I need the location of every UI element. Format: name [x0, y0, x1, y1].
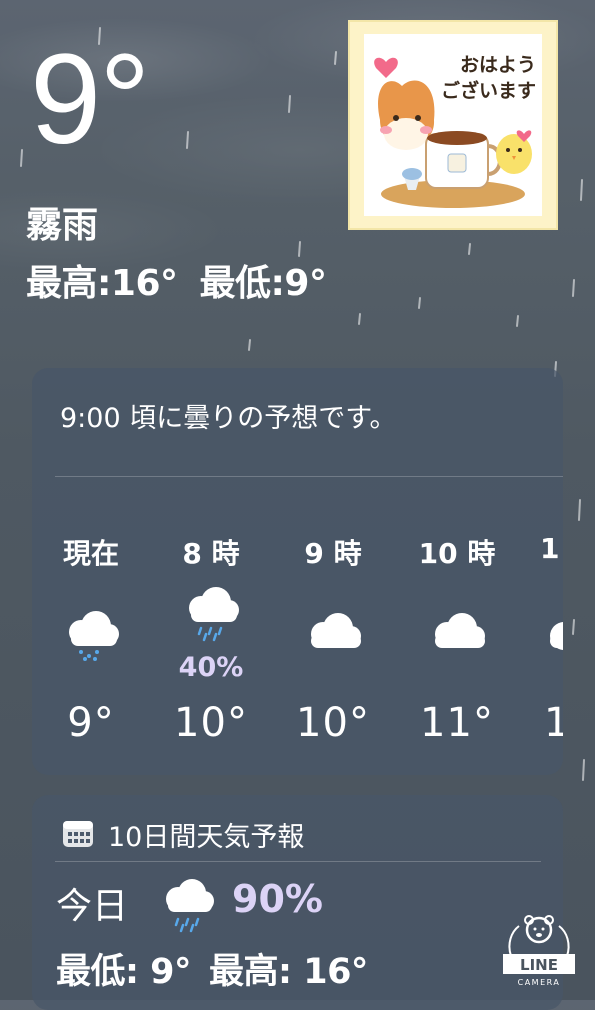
current-low: 最低:9° — [199, 263, 327, 304]
today-high: 最高: 16° — [209, 952, 368, 992]
current-condition: 霧雨 — [26, 205, 99, 246]
watermark-brand: LINE — [520, 956, 558, 974]
cloud-icon — [435, 613, 485, 648]
hour-label: 10 時 — [418, 537, 496, 570]
drizzle-cloud-icon — [69, 611, 119, 661]
hour-label: 1 — [540, 532, 560, 565]
cloud-icon — [311, 613, 361, 648]
sticker-line-2: ございます — [440, 80, 536, 102]
current-high: 最高:16° — [26, 263, 178, 304]
today-label: 今日 — [56, 886, 129, 927]
current-high-low: 最高:16° 最低:9° — [26, 254, 348, 306]
hour-precip: 40% — [178, 652, 244, 683]
hourly-summary: 9:00 頃に曇りの予想です。 — [60, 403, 397, 434]
rain-cloud-icon — [166, 879, 214, 933]
ten-day-title: 10日間天気予報 — [108, 822, 305, 853]
sticker-line-1: おはよう — [459, 54, 536, 76]
hour-item-10[interactable]: 10 時 11° — [412, 528, 502, 748]
hour-temp: 10° — [174, 700, 248, 746]
watermark-product: CAMERA — [518, 978, 561, 987]
daily-divider — [55, 861, 541, 862]
today-high-low: 最低: 9° 最高: 16° — [56, 943, 386, 994]
hour-label: 9 時 — [304, 537, 362, 570]
current-temperature: 9° — [30, 28, 150, 171]
hour-label: 8 時 — [182, 537, 240, 570]
cloud-icon — [550, 622, 563, 650]
hour-item-11-clipped[interactable]: 1 1 — [532, 528, 563, 748]
hour-item-8[interactable]: 8 時 40% 10° — [166, 528, 256, 748]
today-low: 最低: 9° — [56, 952, 192, 992]
hour-temp: 11° — [420, 700, 494, 746]
hour-item-now[interactable]: 現在 9° — [46, 528, 136, 748]
good-morning-sticker: おはよう ございます — [348, 20, 558, 230]
ten-day-forecast-card[interactable]: 10日間天気予報 今日 90% 最低: 9° 最高: 16° — [32, 795, 563, 1010]
hour-item-9[interactable]: 9 時 10° — [288, 528, 378, 748]
hour-temp: 10° — [296, 700, 370, 746]
calendar-icon — [63, 821, 93, 847]
hour-label: 現在 — [62, 537, 119, 570]
rain-cloud-icon — [189, 587, 239, 642]
line-camera-logo-icon: LINE CAMERA — [503, 915, 575, 987]
hour-temp: 1 — [544, 700, 563, 746]
today-precip: 90% — [232, 877, 323, 921]
hour-temp: 9° — [67, 700, 115, 746]
line-camera-watermark: LINE CAMERA — [497, 908, 581, 996]
sticker-greeting: おはよう ございます — [426, 52, 536, 104]
hourly-forecast-card[interactable]: 9:00 頃に曇りの予想です。 現在 9° 8 時 40% 10° 9 時 10… — [32, 368, 563, 775]
hourly-divider — [55, 476, 563, 477]
